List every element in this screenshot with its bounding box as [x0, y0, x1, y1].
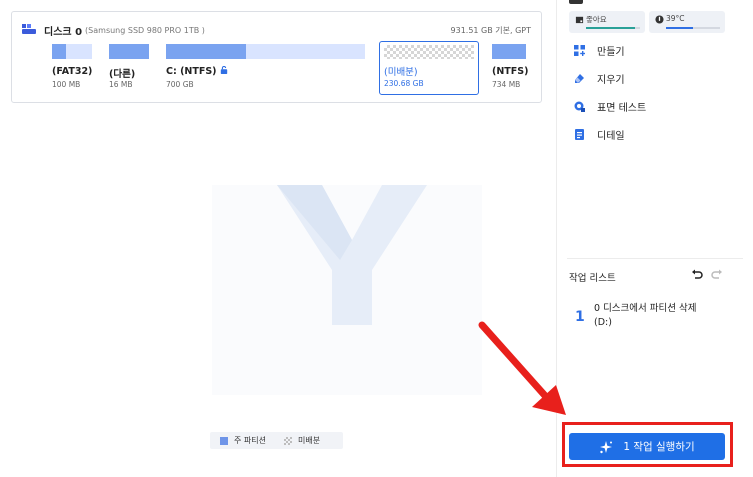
action-label: 디테일: [597, 130, 625, 142]
temperature-status: 39°C: [649, 11, 725, 33]
details-icon: [574, 128, 585, 140]
drive-health-icon: [575, 16, 584, 24]
task-description: 0 디스크에서 파티션 삭제(D:): [594, 303, 697, 328]
action-details[interactable]: 디테일: [574, 126, 625, 142]
divider: [567, 258, 743, 259]
undo-icon[interactable]: [691, 268, 703, 280]
partition-size: 100 MB: [52, 80, 81, 89]
annotation-arrow-icon: [478, 321, 566, 415]
disk-header: 디스크 0 (Samsung SSD 980 PRO 1TB ) 931.51 …: [22, 22, 531, 38]
partition-ntfs[interactable]: (NTFS) 734 MB: [492, 44, 537, 104]
redo-icon: [711, 269, 722, 279]
partition-unallocated-selected[interactable]: (미배분) 230.68 GB: [379, 41, 479, 95]
legend-unallocated-label: 미배분: [297, 436, 321, 445]
surface-test-icon: [574, 101, 585, 112]
partition-label: (FAT32): [52, 66, 93, 77]
task-number: 1: [575, 309, 585, 325]
eraser-icon: [574, 73, 585, 84]
partition-label: C: (NTFS): [166, 66, 228, 77]
partition-legend: 주 파티션 미배분: [210, 432, 343, 449]
partition-other[interactable]: (다른) 16 MB: [109, 44, 159, 104]
watermark-logo: [212, 185, 482, 395]
partition-usage: [166, 44, 246, 59]
create-icon: [574, 44, 585, 56]
partition-size: 734 MB: [492, 80, 521, 89]
partition-label: (NTFS): [492, 66, 529, 77]
disk-icon: [22, 24, 36, 36]
legend-primary-label: 주 파티션: [234, 436, 266, 445]
action-surface-test[interactable]: 표면 테스트: [574, 98, 646, 114]
partition-c[interactable]: C: (NTFS) 700 GB: [166, 44, 366, 104]
action-create[interactable]: 만들기: [574, 42, 625, 58]
partition-size: 230.68 GB: [384, 79, 424, 88]
unallocated-swatch: [283, 436, 292, 445]
health-label: 좋아요: [586, 15, 607, 24]
health-status: 좋아요: [569, 11, 645, 33]
execute-tasks-button[interactable]: 1 작업 실행하기: [569, 433, 725, 460]
action-label: 표면 테스트: [597, 102, 647, 114]
disk-model: (Samsung SSD 980 PRO 1TB ): [85, 25, 205, 35]
task-list-title: 작업 리스트: [569, 273, 616, 284]
primary-partition-swatch: [220, 436, 228, 445]
temperature-track: [666, 27, 720, 29]
temperature-fill: [666, 27, 693, 29]
disk-card[interactable]: 디스크 0 (Samsung SSD 980 PRO 1TB ) 931.51 …: [11, 11, 542, 103]
temperature-label: 39°C: [666, 14, 685, 23]
disk-info: 931.51 GB 기본, GPT: [450, 25, 531, 35]
unallocated-pattern: [384, 45, 474, 59]
partition-size: 700 GB: [166, 80, 194, 89]
partition-usage: [52, 44, 66, 59]
partition-usage: [492, 44, 526, 59]
partition-label: (미배분): [384, 67, 418, 78]
partition-usage: [109, 44, 149, 59]
lock-icon: [220, 66, 227, 74]
run-button-label: 1 작업 실행하기: [623, 441, 695, 453]
disk-name: 디스크 0: [44, 26, 83, 38]
partition-size: 16 MB: [109, 80, 133, 89]
action-label: 지우기: [597, 74, 625, 86]
disk-icon: [569, 0, 583, 4]
health-fill: [586, 27, 635, 29]
sidebar: 좋아요 39°C 만들기 지우기 표면 테스트 디테일 작업 리스트 1 0 디…: [556, 0, 753, 477]
partition-fat32[interactable]: (FAT32) 100 MB: [52, 44, 102, 104]
partition-label: (다른): [109, 69, 136, 80]
thermometer-icon: [655, 15, 664, 24]
action-label: 만들기: [597, 46, 625, 58]
action-wipe[interactable]: 지우기: [574, 70, 625, 86]
health-track: [586, 27, 640, 29]
sparkle-icon: [600, 440, 613, 453]
